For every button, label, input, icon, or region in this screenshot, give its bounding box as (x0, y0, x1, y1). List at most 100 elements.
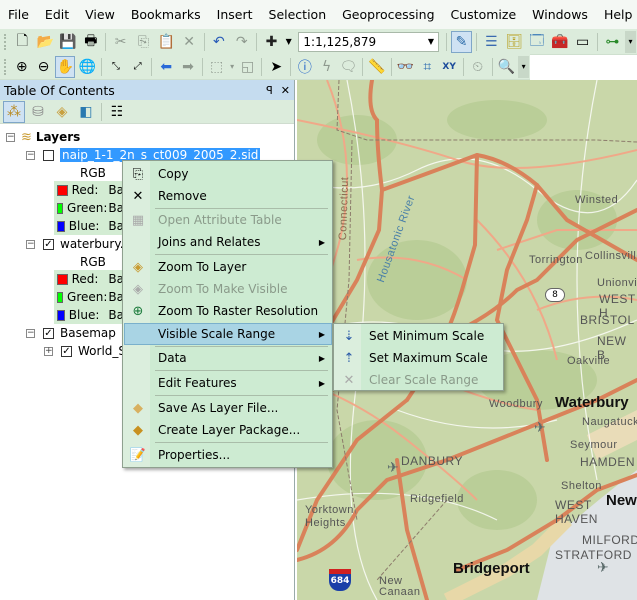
copy-icon[interactable]: ⎘ (133, 31, 154, 53)
options-icon[interactable]: ☷ (106, 101, 128, 123)
menu-item-zoom-to-raster-resolution[interactable]: ⊕ Zoom To Raster Resolution (125, 300, 331, 322)
menu-item-zoom-to-layer[interactable]: ◈ Zoom To Layer (125, 256, 331, 278)
pan-hand-icon[interactable]: ✋ (55, 55, 76, 78)
standard-toolbar: 🗋 📂 💾 🖶 ✂ ⎘ 📋 ✕ ↶ ↷ ✚ ▼ 1:1,125,879 ▼ ✎ … (0, 29, 637, 55)
layer-name[interactable]: Basemap (60, 326, 116, 340)
select-dropdown-icon[interactable]: ▾ (229, 56, 236, 78)
full-extent-globe-icon[interactable]: 🌐 (77, 56, 97, 78)
layer-visibility-checkbox[interactable] (43, 149, 54, 161)
layer-row[interactable]: − ✓ Basemap (26, 324, 116, 342)
clear-selection-icon[interactable]: ◱ (238, 56, 258, 78)
map-scale-combobox[interactable]: 1:1,125,879 ▼ (298, 31, 440, 52)
back-extent-icon[interactable]: ⬅ (156, 56, 176, 78)
collapse-icon[interactable]: − (26, 150, 35, 160)
magnifier-window-icon[interactable]: 🔍 (497, 56, 517, 78)
redo-icon[interactable]: ↷ (231, 31, 252, 53)
new-document-icon[interactable]: 🗋 (12, 31, 33, 53)
menu-selection[interactable]: Selection (261, 7, 335, 22)
add-data-dropdown-icon[interactable]: ▼ (284, 31, 293, 53)
fixed-zoom-in-icon[interactable]: ⤡ (106, 56, 126, 78)
zoom-in-icon[interactable]: ⊕ (12, 56, 32, 78)
menu-item-zoom-to-make-visible[interactable]: ◈ Zoom To Make Visible (125, 278, 331, 300)
zoom-out-icon[interactable]: ⊖ (34, 56, 54, 78)
delete-icon[interactable]: ✕ (179, 31, 200, 53)
menu-item-label: Create Layer Package... (158, 423, 301, 437)
select-features-icon[interactable]: ⬚ (207, 56, 227, 78)
menu-item-visible-scale-range[interactable]: Visible Scale Range ▶ (124, 323, 332, 345)
menu-view[interactable]: View (77, 7, 123, 22)
menu-customize[interactable]: Customize (443, 7, 525, 22)
identify-info-icon[interactable]: ⓘ (295, 56, 315, 78)
chevron-down-icon[interactable]: ▼ (428, 37, 434, 46)
layer-visibility-checkbox[interactable]: ✓ (61, 345, 72, 357)
find-binoculars-icon[interactable]: 👓 (396, 56, 416, 78)
hyperlink-lightning-icon[interactable]: ϟ (317, 56, 337, 78)
menu-geoprocessing[interactable]: Geoprocessing (334, 7, 442, 22)
tools-toolbar: ⊕ ⊖ ✋ 🌐 ⤡ ⤢ ⬅ ➡ ⬚ ▾ ◱ ➤ ⓘ ϟ 🗨 📏 👓 ⌗ XY ⏲… (0, 54, 530, 80)
cut-icon[interactable]: ✂ (110, 31, 131, 53)
list-by-drawing-order-icon[interactable]: ⁂ (3, 100, 25, 123)
menu-windows[interactable]: Windows (524, 7, 596, 22)
menu-item-save-as-layer-file[interactable]: ◆ Save As Layer File... (125, 397, 331, 419)
menu-insert[interactable]: Insert (209, 7, 261, 22)
forward-extent-icon[interactable]: ➡ (178, 56, 198, 78)
menu-help[interactable]: Help (596, 7, 637, 22)
menu-item-joins-and-relates[interactable]: Joins and Relates ▶ (125, 231, 331, 253)
list-by-selection-icon[interactable]: ◧ (75, 101, 97, 123)
collapse-icon[interactable]: − (26, 328, 35, 338)
zoom-to-raster-resolution-icon: ⊕ (132, 303, 144, 319)
close-icon[interactable]: ✕ (281, 84, 290, 97)
sublayer-row[interactable]: + ✓ World_S (44, 342, 126, 360)
pin-icon[interactable]: ꟼ (266, 84, 273, 97)
layer-visibility-checkbox[interactable]: ✓ (43, 238, 54, 250)
menu-item-copy[interactable]: ⎘ Copy (125, 163, 331, 185)
fixed-zoom-out-icon[interactable]: ⤢ (128, 56, 148, 78)
model-builder-icon[interactable]: ⊶ (602, 31, 623, 53)
layer-visibility-checkbox[interactable]: ✓ (43, 327, 54, 339)
toolbar-options-icon[interactable]: ▾ (518, 55, 530, 78)
undo-icon[interactable]: ↶ (208, 31, 229, 53)
menu-bookmarks[interactable]: Bookmarks (123, 7, 209, 22)
open-folder-icon[interactable]: 📂 (35, 31, 56, 53)
paste-icon[interactable]: 📋 (156, 31, 177, 53)
expand-icon[interactable]: + (44, 346, 53, 356)
menu-item-properties[interactable]: 📝 Properties... (125, 444, 331, 466)
html-popup-icon[interactable]: 🗨 (338, 56, 358, 78)
table-of-contents-icon[interactable]: ☰ (481, 31, 502, 53)
layer-row[interactable]: − ✓ waterbury.J (26, 235, 127, 253)
menu-item-set-minimum-scale[interactable]: ⇣ Set Minimum Scale (336, 325, 502, 347)
measure-ruler-icon[interactable]: 📏 (367, 56, 387, 78)
toolbar-grip[interactable] (4, 33, 7, 50)
collapse-icon[interactable]: − (26, 239, 35, 249)
menu-item-set-maximum-scale[interactable]: ⇡ Set Maximum Scale (336, 347, 502, 369)
menu-item-remove[interactable]: ✕ Remove (125, 185, 331, 207)
layer-name[interactable]: waterbury.J (60, 237, 127, 251)
menu-item-open-attribute-table[interactable]: ▦ Open Attribute Table (125, 209, 331, 231)
menu-item-edit-features[interactable]: Edit Features ▶ (125, 372, 331, 394)
toolbar-options-icon[interactable]: ▾ (624, 30, 637, 53)
menu-item-data[interactable]: Data ▶ (125, 347, 331, 369)
menu-edit[interactable]: Edit (37, 7, 77, 22)
menu-item-clear-scale-range[interactable]: ✕ Clear Scale Range (336, 369, 502, 391)
tree-root-layers[interactable]: − ≋ Layers (6, 128, 80, 146)
time-slider-icon[interactable]: ⏲ (468, 56, 488, 78)
save-icon[interactable]: 💾 (58, 31, 79, 53)
menu-item-create-layer-package[interactable]: ◆ Create Layer Package... (125, 419, 331, 441)
map-label: Seymour (570, 439, 618, 451)
select-elements-arrow-icon[interactable]: ➤ (266, 56, 286, 78)
list-by-visibility-icon[interactable]: ◈ (51, 101, 73, 123)
add-data-icon[interactable]: ✚ (261, 31, 282, 53)
menu-file[interactable]: File (0, 7, 37, 22)
go-to-xy-icon[interactable]: XY (439, 56, 459, 78)
find-route-icon[interactable]: ⌗ (418, 56, 438, 78)
collapse-icon[interactable]: − (6, 132, 15, 142)
arctoolbox-icon[interactable]: 🧰 (549, 31, 570, 53)
search-window-icon[interactable]: 🗔 (527, 31, 548, 53)
list-by-source-icon[interactable]: ⛁ (27, 101, 49, 123)
print-icon[interactable]: 🖶 (80, 31, 101, 53)
editor-toolbar-icon[interactable]: ✎ (450, 30, 472, 53)
toolbar-grip[interactable] (4, 58, 7, 75)
catalog-icon[interactable]: 🗄 (504, 31, 525, 53)
layer-name[interactable]: World_S (78, 344, 126, 358)
python-window-icon[interactable]: ▭ (572, 31, 593, 53)
